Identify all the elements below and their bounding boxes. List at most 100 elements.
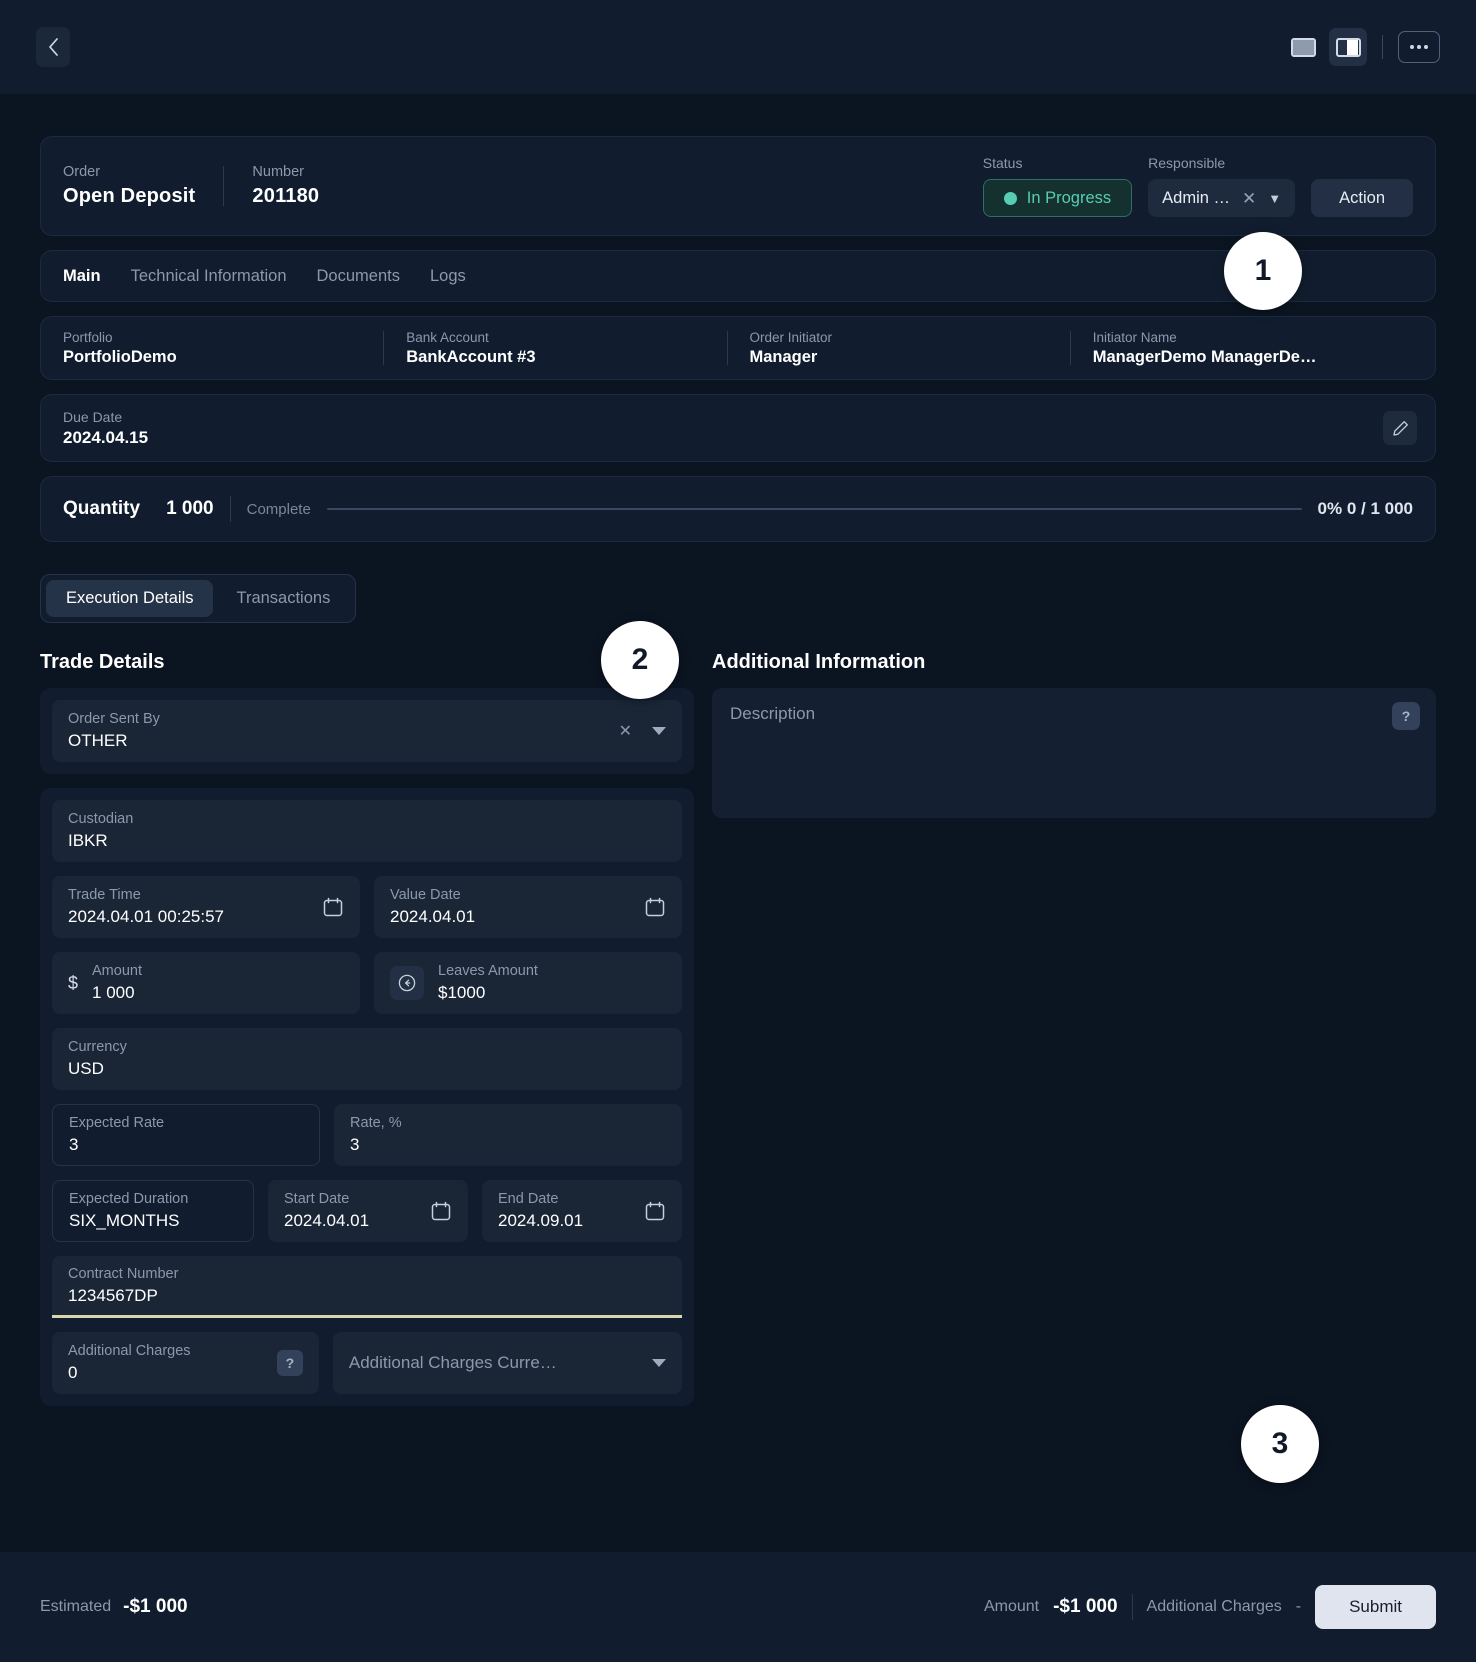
info-value: Manager [749, 347, 818, 366]
amount-row: $ Amount 1 000 Leaves Amount $1000 [52, 952, 682, 1014]
rate-row: Expected Rate 3 Rate, % 3 [52, 1104, 682, 1166]
app-root: Order Open Deposit Number 201180 Status … [0, 0, 1476, 1662]
submit-button[interactable]: Submit [1315, 1585, 1436, 1629]
tab-technical-information[interactable]: Technical Information [131, 267, 287, 286]
info-initiator-name: Initiator Name ManagerDemo ManagerDe… [1093, 330, 1413, 367]
status-badge[interactable]: In Progress [982, 179, 1133, 217]
calendar-icon[interactable] [644, 896, 666, 918]
trade-date-row: Trade Time 2024.04.01 00:25:57 Value Dat… [52, 876, 682, 938]
info-label: Portfolio [63, 329, 113, 345]
additional-charges-label: Additional Charges [1146, 1598, 1282, 1615]
order-label: Order [63, 164, 101, 180]
amount-field[interactable]: $ Amount 1 000 [52, 952, 360, 1014]
footer-summary: Amount -$1 000 Additional Charges - Subm… [984, 1585, 1436, 1629]
order-sent-by-label: Order Sent By [68, 711, 160, 727]
rate-percent-field[interactable]: Rate, % 3 [334, 1104, 682, 1166]
responsible-select[interactable]: Admin … ✕ ▼ [1148, 179, 1296, 217]
header-actions: Status In Progress Responsible Admin … ✕… [982, 155, 1413, 217]
currency-value: USD [68, 1059, 104, 1078]
info-value: BankAccount #3 [406, 347, 536, 366]
layout-split-button[interactable] [1329, 28, 1367, 66]
segment-execution-details[interactable]: Execution Details [46, 580, 214, 617]
info-label: Bank Account [406, 329, 489, 345]
additional-charges-currency-field[interactable]: Additional Charges Curre… [332, 1332, 682, 1394]
contract-number-field[interactable]: Contract Number 1234567DP [52, 1256, 682, 1318]
responsible-group: Responsible Admin … ✕ ▼ [1148, 155, 1296, 217]
leaves-amount-field: Leaves Amount $1000 [374, 952, 682, 1014]
currency-label: Currency [68, 1039, 127, 1055]
action-button[interactable]: Action [1311, 179, 1413, 217]
info-divider [726, 331, 728, 365]
start-date-field[interactable]: Start Date 2024.04.01 [268, 1180, 468, 1242]
responsible-label: Responsible [1148, 155, 1226, 171]
additional-charges-row: Additional Charges 0 ? Additional Charge… [52, 1332, 682, 1394]
value-date-field[interactable]: Value Date 2024.04.01 [374, 876, 682, 938]
order-header-card: Order Open Deposit Number 201180 Status … [40, 136, 1436, 236]
currency-field[interactable]: Currency USD [52, 1028, 682, 1090]
expected-rate-field[interactable]: Expected Rate 3 [52, 1104, 321, 1166]
top-bar-actions [1284, 28, 1440, 66]
chevron-down-icon[interactable] [652, 1359, 666, 1367]
expected-duration-field[interactable]: Expected Duration SIX_MONTHS [52, 1180, 254, 1242]
additional-charges-currency-placeholder: Additional Charges Curre… [348, 1353, 557, 1372]
page-content: Order Open Deposit Number 201180 Status … [0, 136, 1476, 1406]
calendar-icon[interactable] [430, 1200, 452, 1222]
quantity-card: Quantity 1 000 Complete 0% 0 / 1 000 [40, 476, 1436, 542]
chevron-down-icon[interactable] [652, 727, 666, 735]
quantity-progress-bar [326, 508, 1302, 510]
tab-logs[interactable]: Logs [430, 267, 466, 286]
arrow-left-circle-icon[interactable] [390, 966, 424, 1000]
help-icon[interactable]: ? [276, 1350, 303, 1376]
description-textarea[interactable]: Description ? [712, 688, 1436, 818]
trade-fields-panel: Custodian IBKR Trade Time 2024.04.01 00:… [40, 788, 694, 1406]
order-sent-by-field[interactable]: Order Sent By OTHER ✕ [52, 700, 682, 762]
calendar-icon[interactable] [644, 1200, 666, 1222]
leaves-amount-value: $1000 [438, 983, 486, 1002]
calendar-icon[interactable] [322, 896, 344, 918]
rate-percent-label: Rate, % [350, 1115, 402, 1131]
top-bar [0, 0, 1476, 94]
contract-number-label: Contract Number [68, 1265, 179, 1282]
amount-value: -$1 000 [1053, 1596, 1118, 1617]
segment-transactions[interactable]: Transactions [216, 580, 350, 617]
additional-charges-value: 0 [68, 1363, 78, 1382]
number-field: Number 201180 [252, 164, 319, 208]
layout-full-button[interactable] [1284, 28, 1322, 66]
clear-icon[interactable]: ✕ [1242, 190, 1256, 207]
more-options-button[interactable] [1398, 31, 1440, 63]
value-date-value: 2024.04.01 [390, 907, 476, 926]
info-label: Initiator Name [1092, 329, 1177, 345]
end-date-label: End Date [498, 1191, 559, 1207]
trade-time-field[interactable]: Trade Time 2024.04.01 00:25:57 [52, 876, 360, 938]
description-placeholder: Description [730, 704, 816, 723]
estimated-label: Estimated [40, 1598, 112, 1615]
amount-label: Amount [983, 1598, 1040, 1615]
expected-duration-label: Expected Duration [69, 1191, 189, 1207]
chevron-left-icon [48, 38, 58, 56]
help-icon[interactable]: ? [1392, 702, 1420, 730]
back-button[interactable] [36, 27, 70, 67]
clear-icon[interactable]: ✕ [619, 721, 632, 741]
info-divider [383, 331, 385, 365]
order-sent-by-value: OTHER [68, 731, 128, 750]
duration-row: Expected Duration SIX_MONTHS Start Date … [52, 1180, 682, 1242]
expected-rate-label: Expected Rate [69, 1115, 165, 1131]
amount-label: Amount [92, 963, 142, 979]
additional-charges-field[interactable]: Additional Charges 0 ? [52, 1332, 319, 1394]
end-date-field[interactable]: End Date 2024.09.01 [482, 1180, 682, 1242]
tab-main[interactable]: Main [63, 267, 101, 286]
additional-information-column: Additional Information Description ? [712, 651, 1436, 1406]
status-label: Status [982, 155, 1023, 171]
tab-documents[interactable]: Documents [317, 267, 400, 286]
custodian-label: Custodian [68, 811, 134, 827]
toolbar-divider [1382, 35, 1383, 59]
start-date-value: 2024.04.01 [284, 1211, 370, 1230]
custodian-field[interactable]: Custodian IBKR [52, 800, 682, 862]
amount-value: 1 000 [92, 983, 135, 1002]
layout-full-icon [1290, 37, 1316, 57]
responsible-value: Admin … [1162, 188, 1231, 207]
order-value: Open Deposit [63, 185, 196, 207]
chevron-down-icon[interactable]: ▼ [1268, 192, 1281, 205]
info-portfolio: Portfolio PortfolioDemo [63, 330, 383, 367]
edit-due-date-button[interactable] [1383, 411, 1417, 445]
